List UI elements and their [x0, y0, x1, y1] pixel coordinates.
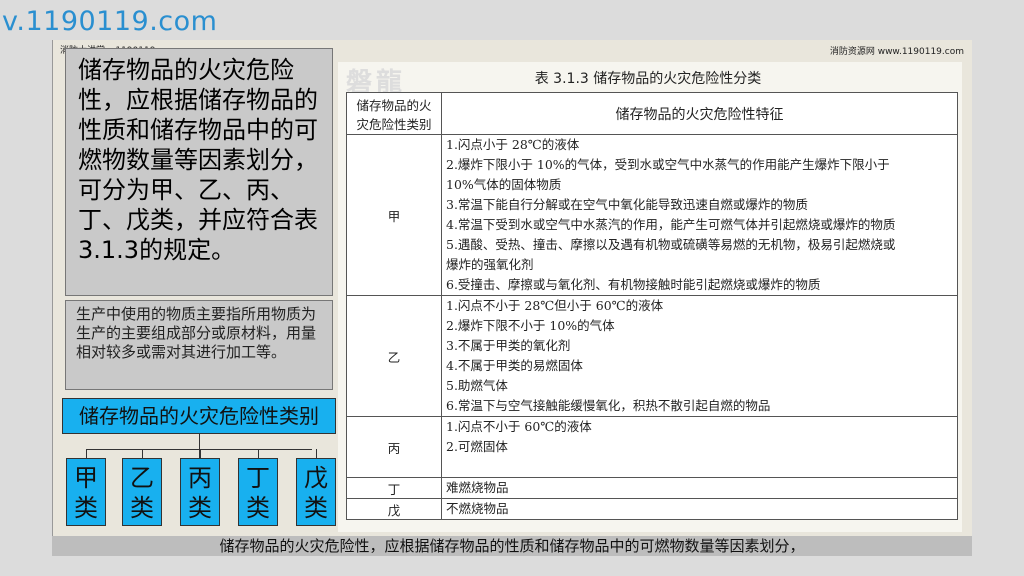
- feature-line: 3.常温下能自行分解或在空气中氧化能导致迅速自燃或爆炸的物质: [446, 197, 808, 212]
- header-col1: 储存物品的火灾危险性类别: [346, 92, 442, 135]
- connector-line: [200, 449, 201, 458]
- feature-line: 10%气体的固体物质: [446, 177, 562, 192]
- category-box: 戊类: [296, 458, 336, 526]
- category-box: 丁类: [238, 458, 278, 526]
- category-cell: 乙: [346, 295, 442, 417]
- feature-line: 1.闪点不小于 60℃的液体: [446, 419, 592, 434]
- feature-line: 2.爆炸下限不小于 10%的气体: [446, 318, 615, 333]
- category-box: 甲类: [66, 458, 106, 526]
- table-row: 戊不燃烧物品: [346, 498, 958, 520]
- hazard-table: 储存物品的火灾危险性类别 储存物品的火灾危险性特征 甲 1.闪点小于 28℃的液体…: [346, 92, 958, 520]
- feature-cell: 1.闪点小于 28℃的液体 2.爆炸下限小于 10%的气体，受到水或空气中水蒸气的…: [441, 134, 958, 296]
- table-title: 表 3.1.3 储存物品的火灾危险性分类: [534, 71, 762, 87]
- feature-line: 爆炸的强氧化剂: [446, 257, 534, 272]
- feature-cell: 不燃烧物品: [441, 498, 958, 520]
- main-text-box: 储存物品的火灾危险性，应根据储存物品的性质和储存物品中的可燃物数量等因素划分，可…: [65, 48, 333, 296]
- feature-line: 不燃烧物品: [446, 501, 509, 516]
- category-cell: 丁: [346, 477, 442, 499]
- feature-line: [442, 457, 957, 477]
- feature-line: 4.不属于甲类的易燃固体: [446, 358, 583, 373]
- header-col2: 储存物品的火灾危险性特征: [441, 92, 958, 135]
- table-row: 甲 1.闪点小于 28℃的液体 2.爆炸下限小于 10%的气体，受到水或空气中水蒸气…: [346, 134, 958, 296]
- category-cell: 丙: [346, 416, 442, 478]
- connector-line: [86, 449, 87, 458]
- feature-line: 1.闪点不小于 28℃但小于 60℃的液体: [446, 298, 664, 313]
- feature-line: 3.不属于甲类的氧化剂: [446, 338, 571, 353]
- diagram-title: 储存物品的火灾危险性类别: [62, 398, 336, 434]
- table-row: 丁难燃烧物品: [346, 477, 958, 499]
- connector-line: [316, 449, 317, 458]
- feature-line: 难燃烧物品: [446, 480, 509, 495]
- feature-line: 6.常温下与空气接触能缓慢氧化，积热不散引起自燃的物品: [446, 398, 771, 413]
- feature-cell: 1.闪点不小于 60℃的液体 2.可燃固体: [441, 416, 958, 478]
- connector-line: [258, 449, 259, 458]
- category-box: 乙类: [122, 458, 162, 526]
- connector-line: [86, 449, 312, 450]
- caption-right: 消防资源网 www.1190119.com: [829, 47, 964, 57]
- feature-line: 1.闪点小于 28℃的液体: [446, 137, 580, 152]
- feature-cell: 1.闪点不小于 28℃但小于 60℃的液体 2.爆炸下限不小于 10%的气体 3.不…: [441, 295, 958, 417]
- category-box: 丙类: [180, 458, 220, 526]
- feature-line: 6.受撞击、摩擦或与氧化剂、有机物接触时能引起燃烧或爆炸的物质: [446, 277, 821, 292]
- feature-line: 5.遇酸、受热、撞击、摩擦以及遇有机物或硫磺等易燃的无机物，极易引起燃烧或: [446, 237, 896, 252]
- table-row: 丙 1.闪点不小于 60℃的液体 2.可燃固体: [346, 416, 958, 478]
- feature-line: 2.爆炸下限小于 10%的气体，受到水或空气中水蒸气的作用能产生爆炸下限小于: [446, 157, 890, 172]
- connector-line: [142, 449, 143, 458]
- note-text-box: 生产中使用的物质主要指所用物质为生产的主要组成部分或原材料，用量相对较多或需对其…: [65, 300, 333, 390]
- watermark: v.1190119.com: [2, 6, 218, 37]
- category-cell: 戊: [346, 498, 442, 520]
- subtitle-bar: 储存物品的火灾危险性，应根据储存物品的性质和储存物品中的可燃物数量等因素划分，: [52, 536, 972, 556]
- feature-line: 2.可燃固体: [446, 439, 508, 454]
- category-cell: 甲: [346, 134, 442, 296]
- table-image: 磐龍 表 3.1.3 储存物品的火灾危险性分类 储存物品的火灾危险性类别 储存物…: [338, 62, 962, 532]
- feature-line: 5.助燃气体: [446, 378, 508, 393]
- feature-cell: 难燃烧物品: [441, 477, 958, 499]
- feature-line: 4.常温下受到水或空气中水蒸汽的作用，能产生可燃气体并引起燃烧或爆炸的物质: [446, 217, 896, 232]
- table-row: 乙 1.闪点不小于 28℃但小于 60℃的液体 2.爆炸下限不小于 10%的气体 3.…: [346, 295, 958, 417]
